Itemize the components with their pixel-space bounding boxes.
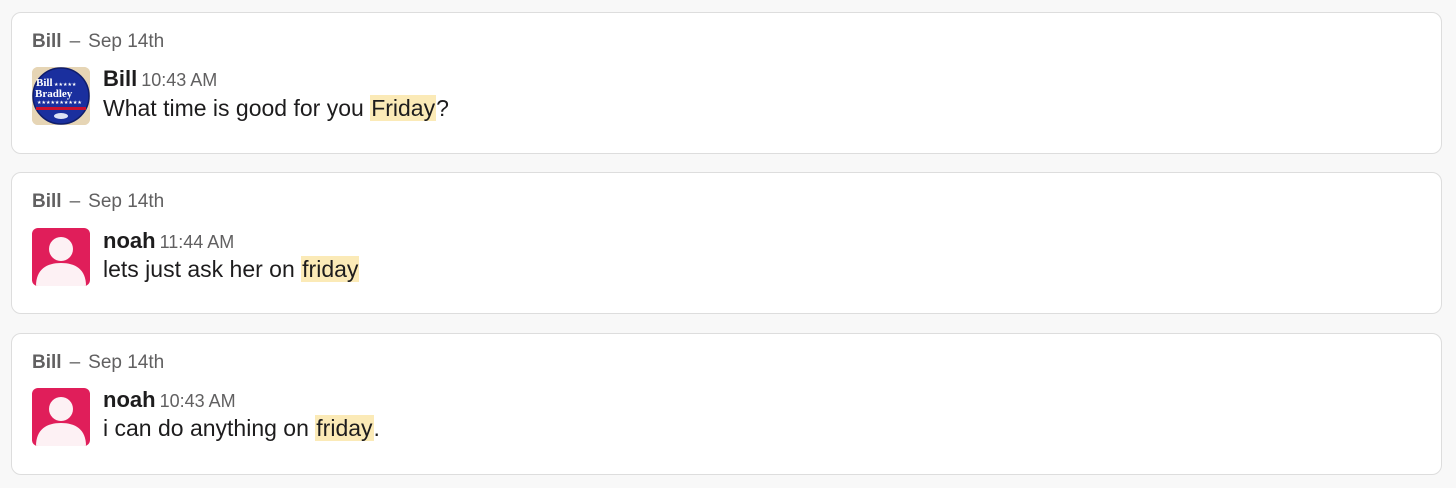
separator: – (69, 352, 81, 373)
message-author[interactable]: Bill (103, 66, 137, 91)
result-date: Sep 14th (88, 191, 165, 212)
message-text-before: What time is good for you (103, 95, 371, 121)
user-silhouette-icon (36, 397, 86, 446)
separator: – (69, 191, 81, 212)
search-result-card[interactable]: Bill – Sep 14th noah 11:44 AM lets just ask… (11, 172, 1442, 314)
result-context: Bill – Sep 14th (32, 352, 164, 374)
message-meta: Bill 10:43 AM (103, 66, 217, 92)
separator: – (69, 31, 81, 52)
svg-text:Bradley: Bradley (35, 88, 73, 100)
message-text-before: i can do anything on (103, 415, 316, 441)
result-context: Bill – Sep 14th (32, 31, 164, 53)
result-date: Sep 14th (88, 352, 165, 373)
search-result-card[interactable]: Bill – Sep 14th Bill ★★★★★ Bradley ★★★★★★★… (11, 12, 1442, 154)
message-timestamp[interactable]: 11:44 AM (160, 232, 235, 252)
message-text-before: lets just ask her on (103, 256, 302, 282)
message-text: What time is good for you Friday? (103, 95, 449, 122)
bill-bradley-button-avatar: Bill ★★★★★ Bradley ★★★★★★★★★★ (32, 67, 90, 125)
channel-name[interactable]: Bill (32, 191, 62, 212)
result-context: Bill – Sep 14th (32, 191, 164, 213)
message-timestamp[interactable]: 10:43 AM (160, 391, 236, 411)
message-meta: noah 10:43 AM (103, 387, 236, 413)
search-term-highlight: friday (301, 256, 360, 282)
message-timestamp[interactable]: 10:43 AM (141, 70, 217, 90)
message-meta: noah 11:44 AM (103, 228, 234, 254)
channel-name[interactable]: Bill (32, 31, 62, 52)
search-result-card[interactable]: Bill – Sep 14th noah 10:43 AM i can do anyt… (11, 333, 1442, 475)
search-results: Bill – Sep 14th Bill ★★★★★ Bradley ★★★★★★★… (0, 0, 1456, 488)
avatar[interactable]: Bill ★★★★★ Bradley ★★★★★★★★★★ (32, 67, 90, 125)
search-term-highlight: Friday (370, 95, 437, 121)
user-silhouette-icon (36, 237, 86, 286)
search-term-highlight: friday (315, 415, 374, 441)
avatar[interactable] (32, 388, 90, 446)
svg-text:★★★★★★★★★★: ★★★★★★★★★★ (37, 100, 82, 106)
channel-name[interactable]: Bill (32, 352, 62, 373)
message-author[interactable]: noah (103, 387, 156, 412)
message-text: lets just ask her on friday (103, 256, 360, 283)
message-text-after: . (373, 415, 380, 441)
avatar[interactable] (32, 228, 90, 286)
message-text: i can do anything on friday. (103, 415, 380, 442)
message-text-after: ? (436, 95, 449, 121)
message-author[interactable]: noah (103, 228, 156, 253)
result-date: Sep 14th (88, 31, 165, 52)
